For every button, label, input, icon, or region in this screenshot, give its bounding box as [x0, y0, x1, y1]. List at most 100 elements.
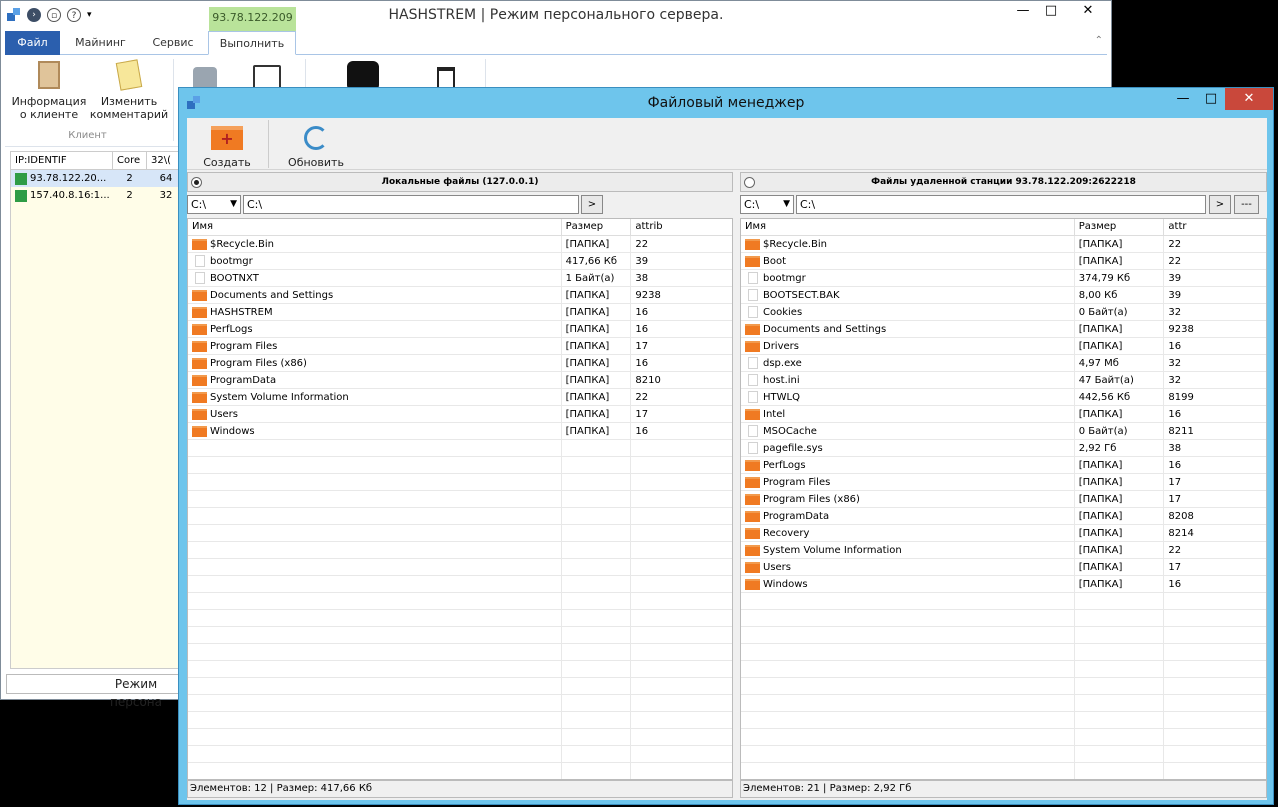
file-row[interactable]: System Volume Information [ПАПКА] 22 [188, 388, 732, 406]
file-row[interactable]: Program Files (x86) [ПАПКА] 17 [741, 490, 1266, 508]
file-row[interactable]: dsp.exe 4,97 Мб 32 [741, 354, 1266, 372]
file-attr: 16 [635, 357, 649, 369]
file-row[interactable]: Documents and Settings [ПАПКА] 9238 [741, 320, 1266, 338]
edit-comment-button[interactable]: Изменить комментарий [89, 59, 169, 121]
local-col-attr[interactable]: attrib [631, 219, 732, 235]
file-name-cell: host.ini [741, 371, 1075, 389]
file-row[interactable]: Cookies 0 Байт(а) 32 [741, 303, 1266, 321]
fm-body: + Создать папку Обновить Локальные файлы… [187, 118, 1267, 800]
local-radio[interactable] [191, 177, 202, 188]
client-row[interactable]: 93.78.122.20... 2 64 [11, 170, 179, 187]
remote-col-size[interactable]: Размер [1075, 219, 1165, 235]
clipboard-icon [38, 61, 60, 89]
remote-drive-select[interactable]: C:\ ▼ [740, 195, 794, 214]
file-row[interactable]: Windows [ПАПКА] 16 [741, 575, 1266, 593]
file-name: BOOTSECT.BAK [763, 289, 840, 301]
file-size: [ПАПКА] [562, 303, 632, 321]
empty-cell [562, 762, 632, 779]
fm-minimize-button[interactable]: — [1169, 88, 1197, 110]
column-core[interactable]: Core [113, 152, 147, 169]
file-row[interactable]: HASHSTREM [ПАПКА] 16 [188, 303, 732, 321]
file-name: dsp.exe [763, 357, 802, 369]
refresh-button[interactable]: Обновить [285, 122, 347, 169]
remote-rows: $Recycle.Bin [ПАПКА] 22 Boot [ПАПКА] 22 bootmg… [741, 235, 1266, 779]
file-row[interactable]: Program Files (x86) [ПАПКА] 16 [188, 354, 732, 372]
file-name: bootmgr [210, 255, 253, 267]
file-row[interactable]: MSOCache 0 Байт(а) 8211 [741, 422, 1266, 440]
file-row[interactable]: $Recycle.Bin [ПАПКА] 22 [741, 235, 1266, 253]
remote-go-button[interactable]: > [1209, 195, 1231, 214]
remote-col-attr[interactable]: attr [1164, 219, 1266, 235]
tab-mining[interactable]: Майнинг [63, 31, 138, 55]
file-row[interactable]: Intel [ПАПКА] 16 [741, 405, 1266, 423]
file-row[interactable]: Boot [ПАПКА] 22 [741, 252, 1266, 270]
empty-cell [631, 712, 732, 729]
tab-file[interactable]: Файл [5, 31, 60, 55]
file-row[interactable]: Users [ПАПКА] 17 [741, 558, 1266, 576]
file-size: [ПАПКА] [1075, 558, 1165, 576]
file-row[interactable]: bootmgr 374,79 Кб 39 [741, 269, 1266, 287]
client-info-label: Информация о клиенте [11, 95, 87, 121]
empty-row [188, 490, 732, 508]
file-row[interactable]: BOOTSECT.BAK 8,00 Кб 39 [741, 286, 1266, 304]
remote-list-header: Имя Размер attr [741, 219, 1266, 236]
fm-maximize-button[interactable]: □ [1197, 88, 1225, 110]
maximize-button[interactable]: □ [1037, 1, 1065, 21]
column-ip[interactable]: IP:IDENTIF [11, 152, 113, 169]
file-icon [195, 255, 205, 267]
trash-icon[interactable] [437, 67, 455, 89]
remote-radio[interactable] [744, 177, 755, 188]
empty-cell [631, 746, 732, 763]
column-bits[interactable]: 32\( [147, 152, 179, 169]
empty-cell [631, 525, 732, 542]
close-button[interactable]: ✕ [1065, 1, 1111, 21]
file-size: 2,92 Гб [1075, 439, 1165, 457]
file-row[interactable]: ProgramData [ПАПКА] 8210 [188, 371, 732, 389]
file-row[interactable]: ProgramData [ПАПКА] 8208 [741, 507, 1266, 525]
file-row[interactable]: $Recycle.Bin [ПАПКА] 22 [188, 235, 732, 253]
file-row[interactable]: Documents and Settings [ПАПКА] 9238 [188, 286, 732, 304]
file-row[interactable]: pagefile.sys 2,92 Гб 38 [741, 439, 1266, 457]
file-size: [ПАПКА] [1075, 456, 1165, 474]
empty-cell [1075, 609, 1165, 627]
client-core: 2 [126, 173, 133, 184]
file-row[interactable]: Program Files [ПАПКА] 17 [741, 473, 1266, 491]
file-row[interactable]: PerfLogs [ПАПКА] 16 [741, 456, 1266, 474]
fm-close-button[interactable]: ✕ [1225, 88, 1273, 110]
local-col-name[interactable]: Имя [188, 219, 562, 235]
local-drive-select[interactable]: C:\ ▼ [187, 195, 241, 214]
file-row[interactable]: Recovery [ПАПКА] 8214 [741, 524, 1266, 542]
remote-drive-value: C:\ [744, 198, 760, 211]
collapse-ribbon-icon[interactable]: ⌃ [1095, 35, 1103, 46]
file-row[interactable]: System Volume Information [ПАПКА] 22 [741, 541, 1266, 559]
file-size: [ПАПКА] [1075, 252, 1165, 270]
file-name-cell: HASHSTREM [188, 303, 562, 321]
empty-cell [631, 457, 732, 474]
remote-extra-button[interactable]: --- [1234, 195, 1259, 214]
file-row[interactable]: PerfLogs [ПАПКА] 16 [188, 320, 732, 338]
file-row[interactable]: Drivers [ПАПКА] 16 [741, 337, 1266, 355]
client-info-button[interactable]: Информация о клиенте [11, 61, 87, 121]
local-col-size[interactable]: Размер [562, 219, 632, 235]
minimize-button[interactable]: — [1009, 1, 1037, 21]
local-path-input[interactable]: C:\ [243, 195, 579, 214]
local-go-button[interactable]: > [581, 195, 603, 214]
file-row[interactable]: Users [ПАПКА] 17 [188, 405, 732, 423]
tab-execute[interactable]: Выполнить [208, 31, 296, 55]
remote-col-name[interactable]: Имя [741, 219, 1075, 235]
client-row[interactable]: 157.40.8.16:1... 2 32 [11, 187, 179, 204]
local-list-header: Имя Размер attrib [188, 219, 732, 236]
file-row[interactable]: host.ini 47 Байт(а) 32 [741, 371, 1266, 389]
remote-path-input[interactable]: C:\ [796, 195, 1206, 214]
file-size: [ПАПКА] [1075, 541, 1165, 559]
file-row[interactable]: bootmgr 417,66 Кб 39 [188, 252, 732, 270]
tab-service[interactable]: Сервис [141, 31, 205, 55]
file-row[interactable]: Program Files [ПАПКА] 17 [188, 337, 732, 355]
file-row[interactable]: BOOTNXT 1 Байт(а) 38 [188, 269, 732, 287]
empty-cell [631, 559, 732, 576]
ip-tag: 93.78.122.209 [209, 7, 296, 33]
file-row[interactable]: HTWLQ 442,56 Кб 8199 [741, 388, 1266, 406]
client-ip: 93.78.122.20... [30, 173, 107, 184]
file-row[interactable]: Windows [ПАПКА] 16 [188, 422, 732, 440]
file-attr: 9238 [1168, 323, 1194, 335]
